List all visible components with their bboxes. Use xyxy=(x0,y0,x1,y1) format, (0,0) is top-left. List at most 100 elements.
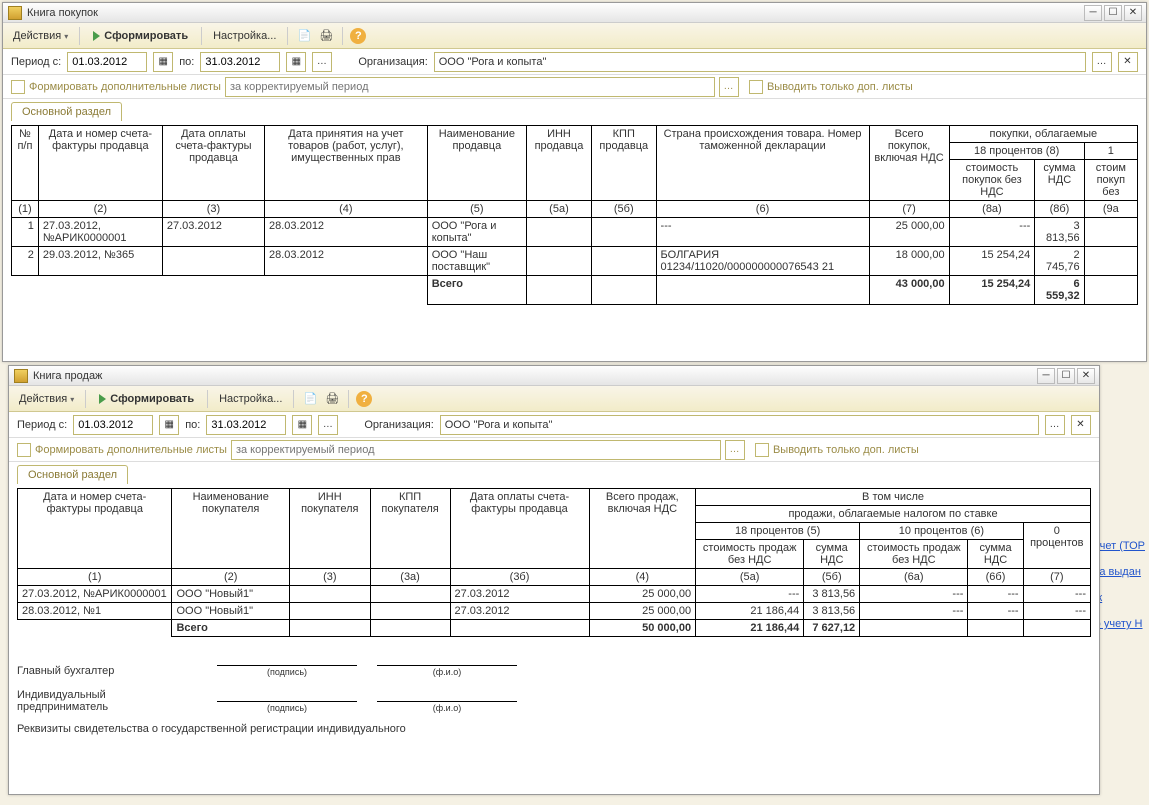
cb2-label: Выводить только доп. листы xyxy=(773,444,919,456)
date-from-input[interactable] xyxy=(67,52,147,72)
calendar-icon[interactable]: ▦ xyxy=(292,415,312,435)
org-label: Организация: xyxy=(358,56,427,68)
col-18: 18 процентов (5) xyxy=(696,523,860,540)
org-input[interactable]: ООО "Рога и копыта" xyxy=(434,52,1086,72)
col-18: 18 процентов (8) xyxy=(949,143,1084,160)
close-button[interactable]: ✕ xyxy=(1077,368,1095,384)
calendar-icon[interactable]: ▦ xyxy=(153,52,173,72)
play-icon xyxy=(93,31,100,41)
period-label: Период с: xyxy=(11,56,61,68)
help-icon[interactable]: ? xyxy=(356,391,372,407)
cb1-label: Формировать дополнительные листы xyxy=(29,81,221,93)
org-clear-button[interactable]: ✕ xyxy=(1118,52,1138,72)
col-taxable: продажи, облагаемые налогом по ставке xyxy=(696,506,1091,523)
sales-report[interactable]: Дата и номер счета-фактуры продавца Наим… xyxy=(9,484,1099,789)
options-row: Формировать дополнительные листы … Вывод… xyxy=(9,438,1099,462)
only-additional-checkbox[interactable] xyxy=(755,443,769,457)
additional-sheets-checkbox[interactable] xyxy=(17,443,31,457)
col-taxed: покупки, облагаемые xyxy=(949,126,1137,143)
col-0: 0 процентов xyxy=(1023,523,1090,569)
sales-table: Дата и номер счета-фактуры продавца Наим… xyxy=(17,488,1091,637)
additional-sheets-checkbox[interactable] xyxy=(11,80,25,94)
col-kpp: КПП продавца xyxy=(591,126,656,201)
table-row[interactable]: 27.03.2012, №АРИК0000001 ООО "Новый1" 27… xyxy=(18,586,1091,603)
chief-accountant-label: Главный бухгалтер xyxy=(17,665,197,677)
help-icon[interactable]: ? xyxy=(350,28,366,44)
table-row[interactable]: 28.03.2012, №1 ООО "Новый1" 27.03.2012 2… xyxy=(18,603,1091,620)
print-icon[interactable]: 🖨 xyxy=(323,390,341,408)
tab-main[interactable]: Основной раздел xyxy=(17,465,128,484)
period-select-button[interactable]: … xyxy=(725,440,745,460)
org-select-button[interactable]: … xyxy=(1092,52,1112,72)
ip-label: Индивидуальный предприниматель xyxy=(17,689,197,713)
col-n: № п/п xyxy=(12,126,39,201)
table-row[interactable]: 1 27.03.2012, №АРИК0000001 27.03.2012 28… xyxy=(12,218,1138,247)
actions-menu[interactable]: Действия ▾ xyxy=(15,391,78,407)
org-select-button[interactable]: … xyxy=(1045,415,1065,435)
footer-note: Реквизиты свидетельства о государственно… xyxy=(17,723,1091,735)
col-total: Всего покупок, включая НДС xyxy=(869,126,949,201)
col-total: Всего продаж, включая НДС xyxy=(589,489,696,569)
col-9: 1 xyxy=(1084,143,1137,160)
window-title: Книга покупок xyxy=(27,7,1084,19)
col-5b: сумма НДС xyxy=(804,540,860,569)
window-purchases: Книга покупок ─ ☐ ✕ Действия ▾ Сформиров… xyxy=(2,2,1147,362)
col-8a: стоимость покупок без НДС xyxy=(949,160,1035,201)
tab-main[interactable]: Основной раздел xyxy=(11,102,122,121)
col-8b: сумма НДС xyxy=(1035,160,1084,201)
correction-period-input[interactable] xyxy=(225,77,715,97)
date-to-input[interactable] xyxy=(206,415,286,435)
maximize-button[interactable]: ☐ xyxy=(1057,368,1075,384)
col-invoice: Дата и номер счета-фактуры продавца xyxy=(38,126,162,201)
col-invoice: Дата и номер счета-фактуры продавца xyxy=(18,489,172,569)
period-select-button[interactable]: … xyxy=(318,415,338,435)
date-to-input[interactable] xyxy=(200,52,280,72)
org-input[interactable]: ООО "Рога и копыта" xyxy=(440,415,1039,435)
col-acc: Дата принятия на учет товаров (работ, ус… xyxy=(265,126,428,201)
book-icon xyxy=(13,368,29,384)
total-row: Всего 43 000,00 15 254,24 6 559,32 xyxy=(12,276,1138,305)
table-row[interactable]: 2 29.03.2012, №365 28.03.2012 ООО "Наш п… xyxy=(12,247,1138,276)
col-10: 10 процентов (6) xyxy=(860,523,1023,540)
book-icon xyxy=(7,5,23,21)
cb1-label: Формировать дополнительные листы xyxy=(35,444,227,456)
close-button[interactable]: ✕ xyxy=(1124,5,1142,21)
footer: Главный бухгалтер (подпись) (ф.и.о) Инди… xyxy=(17,651,1091,735)
col-buyer: Наименование покупателя xyxy=(172,489,289,569)
export-icon[interactable]: 📄 xyxy=(295,27,313,45)
maximize-button[interactable]: ☐ xyxy=(1104,5,1122,21)
form-button[interactable]: Сформировать xyxy=(93,391,200,407)
correction-period-input[interactable] xyxy=(231,440,721,460)
settings-button[interactable]: Настройка... xyxy=(209,28,280,44)
tabs: Основной раздел xyxy=(3,99,1146,121)
col-kpp: КПП покупателя xyxy=(370,489,450,569)
to-label: по: xyxy=(179,56,194,68)
settings-button[interactable]: Настройка... xyxy=(215,391,286,407)
minimize-button[interactable]: ─ xyxy=(1037,368,1055,384)
col-country: Страна происхождения товара. Номер тамож… xyxy=(656,126,869,201)
print-icon[interactable]: 🖨 xyxy=(317,27,335,45)
period-select-button[interactable]: … xyxy=(719,77,739,97)
window-sales: Книга продаж ─ ☐ ✕ Действия ▾ Сформирова… xyxy=(8,365,1100,795)
col-inn: ИНН продавца xyxy=(526,126,591,201)
calendar-icon[interactable]: ▦ xyxy=(286,52,306,72)
tabs: Основной раздел xyxy=(9,462,1099,484)
actions-menu[interactable]: Действия ▾ xyxy=(9,28,72,44)
play-icon xyxy=(99,394,106,404)
toolbar: Действия ▾ Сформировать Настройка... 📄 🖨… xyxy=(9,386,1099,412)
toolbar: Действия ▾ Сформировать Настройка... 📄 🖨… xyxy=(3,23,1146,49)
minimize-button[interactable]: ─ xyxy=(1084,5,1102,21)
calendar-icon[interactable]: ▦ xyxy=(159,415,179,435)
date-from-input[interactable] xyxy=(73,415,153,435)
cb2-label: Выводить только доп. листы xyxy=(767,81,913,93)
col-9a: стоим покуп без xyxy=(1084,160,1137,201)
export-icon[interactable]: 📄 xyxy=(301,390,319,408)
col-pay: Дата оплаты счета-фактуры продавца xyxy=(162,126,264,201)
form-button[interactable]: Сформировать xyxy=(87,28,194,44)
col-6b: сумма НДС xyxy=(968,540,1023,569)
period-select-button[interactable]: … xyxy=(312,52,332,72)
org-clear-button[interactable]: ✕ xyxy=(1071,415,1091,435)
window-title: Книга продаж xyxy=(33,370,1037,382)
purchases-report[interactable]: № п/п Дата и номер счета-фактуры продавц… xyxy=(3,121,1146,357)
only-additional-checkbox[interactable] xyxy=(749,80,763,94)
